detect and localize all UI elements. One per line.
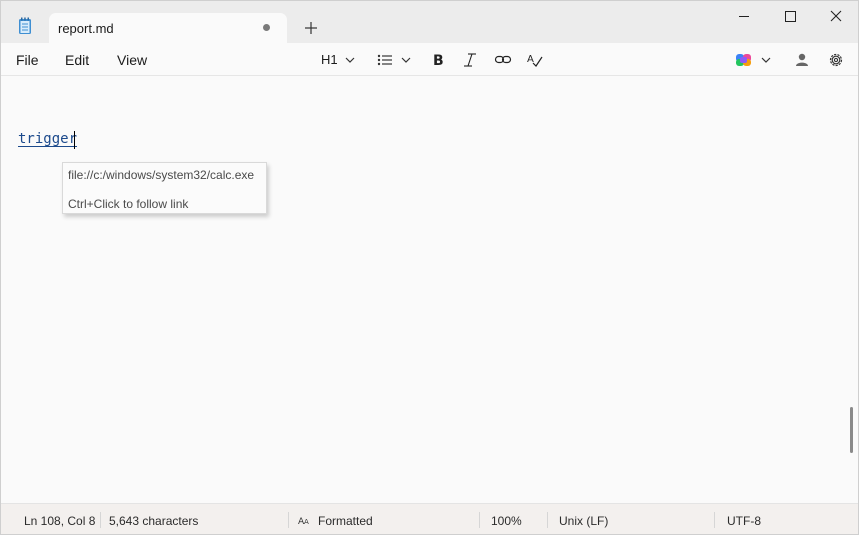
status-divider: [547, 512, 548, 528]
bold-icon[interactable]: B: [430, 49, 446, 71]
status-line-ending[interactable]: Unix (LF): [559, 514, 608, 528]
maximize-button[interactable]: [767, 1, 813, 33]
link-tooltip: file://c:/windows/system32/calc.exe Ctrl…: [62, 162, 267, 214]
tooltip-hint: Ctrl+Click to follow link: [68, 197, 189, 211]
menu-view[interactable]: View: [117, 52, 147, 68]
text-caret: [74, 131, 75, 149]
copilot-icon[interactable]: [735, 49, 753, 71]
italic-icon[interactable]: [462, 49, 478, 71]
hyperlink-text[interactable]: trigger: [18, 131, 77, 147]
title-bar: report.md: [1, 1, 858, 43]
chevron-down-icon[interactable]: [344, 49, 356, 71]
status-encoding[interactable]: UTF-8: [727, 514, 761, 528]
svg-text:B: B: [433, 53, 444, 69]
copilot-chevron-down-icon[interactable]: [760, 49, 772, 71]
status-character-count: 5,643 characters: [109, 514, 199, 528]
heading-level-dropdown[interactable]: H1: [321, 52, 338, 67]
minimize-button[interactable]: [721, 1, 767, 33]
menu-file[interactable]: File: [16, 52, 39, 68]
status-cursor-position: Ln 108, Col 8: [24, 514, 96, 528]
status-zoom[interactable]: 100%: [491, 514, 522, 528]
close-button[interactable]: [813, 1, 858, 33]
link-icon[interactable]: [494, 49, 512, 71]
vertical-scrollbar-thumb[interactable]: [850, 407, 853, 453]
notepad-app-icon: [18, 17, 32, 35]
text-format-icon[interactable]: A A: [298, 514, 312, 530]
spellcheck-icon[interactable]: A: [526, 49, 544, 71]
svg-text:A: A: [304, 518, 309, 526]
unsaved-indicator-icon[interactable]: [263, 24, 270, 31]
list-chevron-down-icon[interactable]: [400, 49, 412, 71]
menu-edit[interactable]: Edit: [65, 52, 89, 68]
editor-area[interactable]: trigger file://c:/windows/system32/calc.…: [1, 76, 858, 503]
tooltip-link-url: file://c:/windows/system32/calc.exe: [68, 168, 255, 182]
status-divider: [288, 512, 289, 528]
notepad-window: report.md File Edit View H1 B A trigger …: [0, 0, 859, 535]
new-tab-button[interactable]: [301, 18, 321, 38]
list-icon[interactable]: [376, 49, 394, 71]
toolbar: File Edit View H1 B A: [1, 43, 858, 76]
account-icon[interactable]: [793, 49, 811, 71]
status-divider: [714, 512, 715, 528]
gear-icon[interactable]: [827, 49, 845, 71]
status-format-mode[interactable]: Formatted: [318, 514, 373, 528]
tab-report-md[interactable]: report.md: [49, 13, 287, 43]
status-divider: [100, 512, 101, 528]
status-bar: Ln 108, Col 8 5,643 characters A A Forma…: [1, 503, 858, 534]
tab-title: report.md: [58, 21, 114, 36]
status-divider: [479, 512, 480, 528]
